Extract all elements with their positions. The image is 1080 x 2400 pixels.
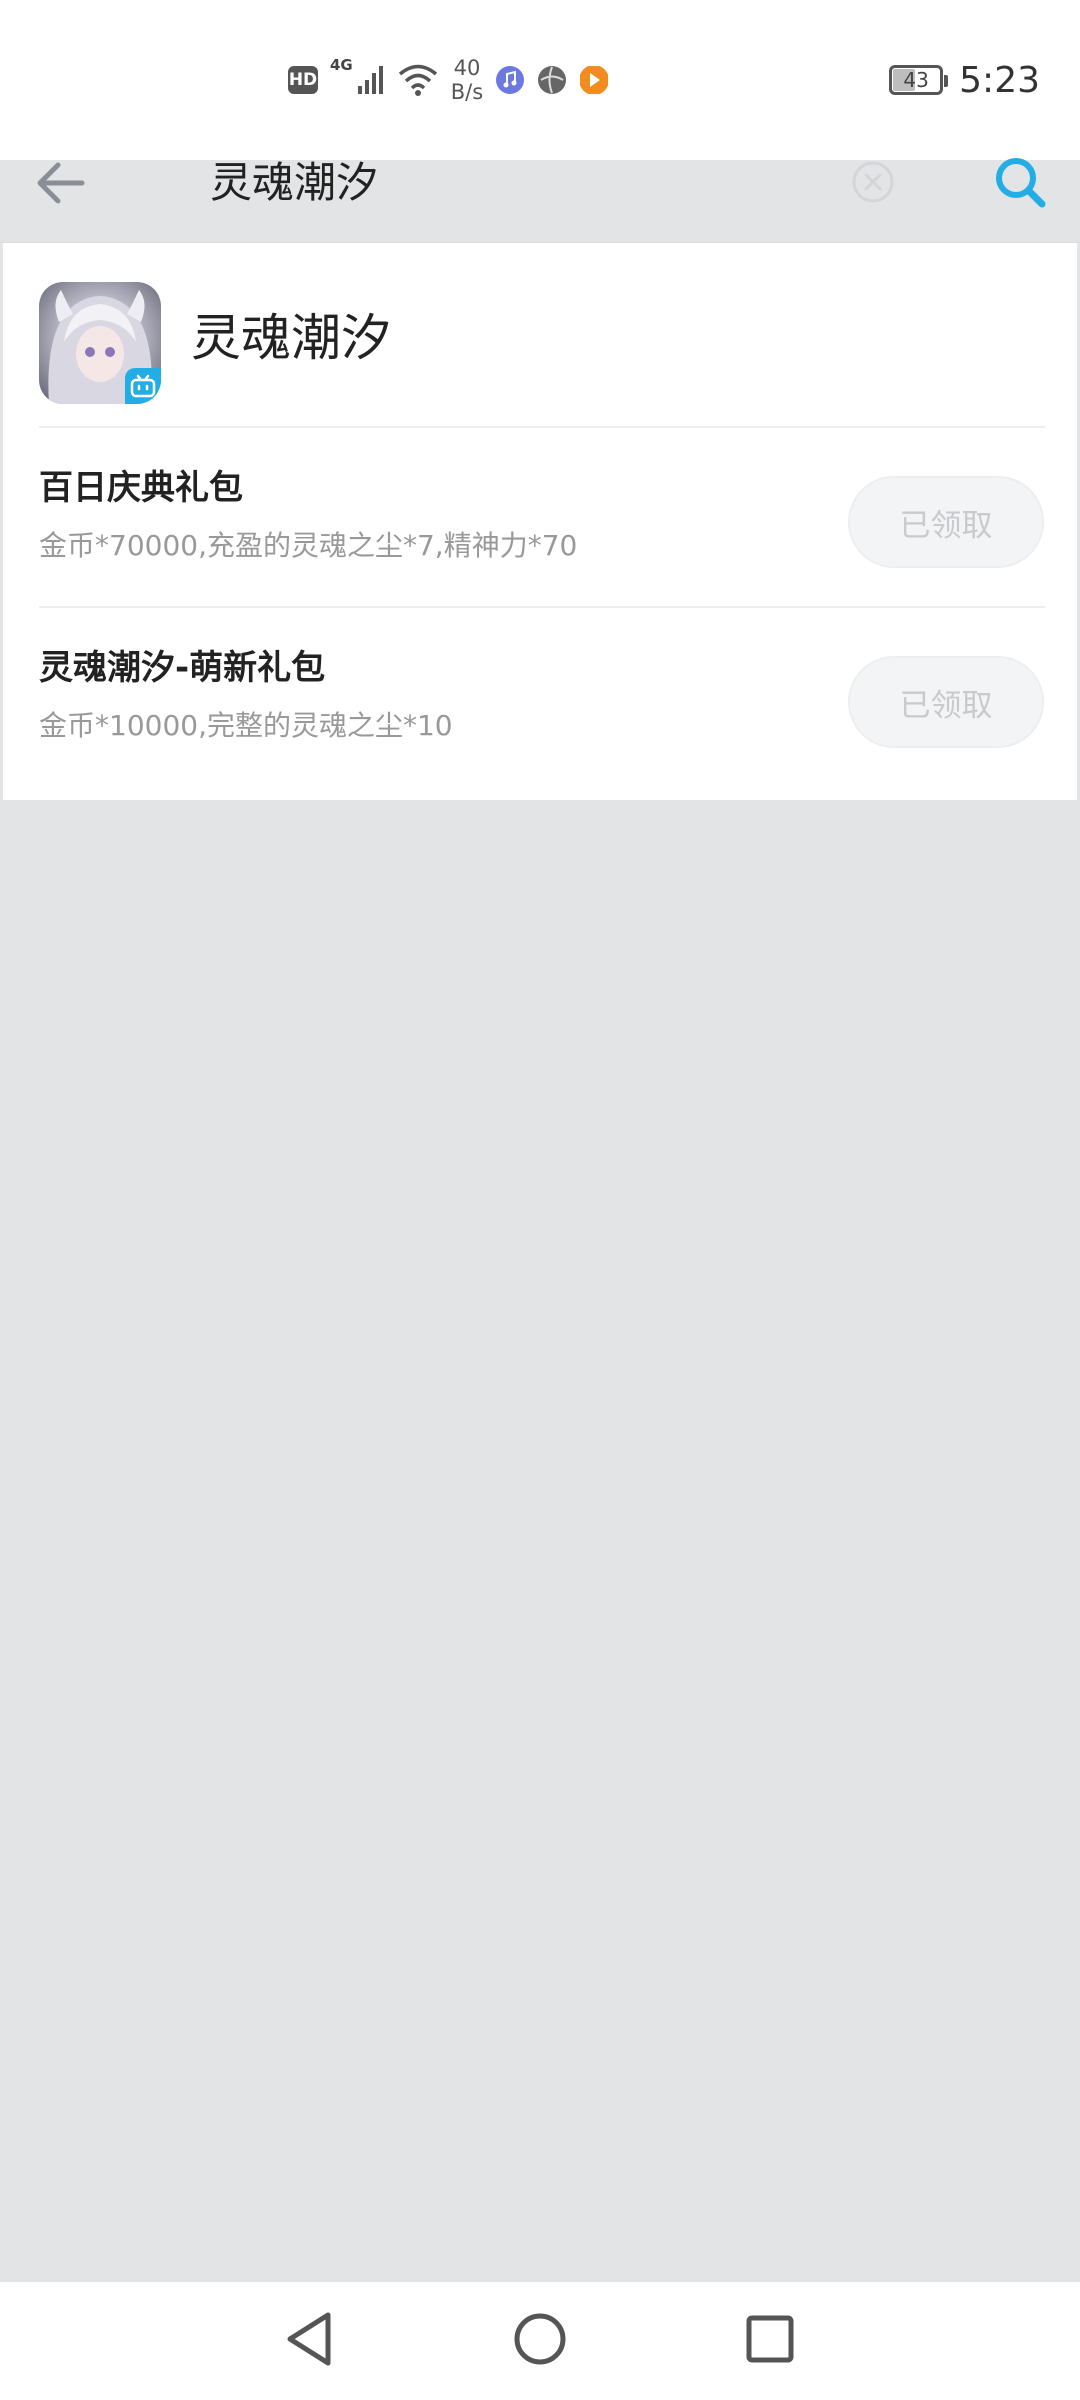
gift-item: 百日庆典礼包 金币*70000,充盈的灵魂之尘*7,精神力*70 已领取 — [3, 428, 1077, 606]
search-input[interactable]: 灵魂潮汐 — [210, 152, 378, 214]
clear-search-button[interactable] — [850, 159, 896, 205]
back-button[interactable] — [30, 150, 90, 216]
nav-back-button[interactable] — [275, 2304, 345, 2374]
gift-title: 灵魂潮汐-萌新礼包 — [39, 648, 326, 688]
gift-title: 百日庆典礼包 — [39, 468, 243, 508]
clear-circle-icon — [852, 161, 894, 203]
battery-level: 43 — [903, 68, 929, 92]
gift-results-card: 灵魂潮汐 百日庆典礼包 金币*70000,充盈的灵魂之尘*7,精神力*70 已领… — [2, 243, 1078, 800]
triangle-back-icon — [287, 2312, 331, 2366]
game-icon — [39, 282, 161, 404]
gift-description: 金币*10000,完整的灵魂之尘*10 — [39, 709, 453, 742]
claimed-button[interactable]: 已领取 — [848, 656, 1044, 748]
search-button[interactable] — [990, 152, 1050, 212]
system-nav-bar — [0, 2282, 1080, 2400]
arrow-left-icon — [37, 162, 85, 204]
gift-item: 灵魂潮汐-萌新礼包 金币*10000,完整的灵魂之尘*10 已领取 — [3, 608, 1077, 786]
search-header: 灵魂潮汐 — [0, 0, 1080, 243]
circle-home-icon — [514, 2313, 566, 2365]
claimed-button[interactable]: 已领取 — [848, 476, 1044, 568]
screen: HD 4G 40 B/s 43 5:23 灵魂潮汐 灵魂潮汐 百日庆典礼包 金币… — [0, 0, 1080, 2400]
bilibili-badge-icon — [125, 368, 161, 404]
game-title: 灵魂潮汐 — [191, 309, 391, 367]
game-header[interactable]: 灵魂潮汐 — [3, 243, 1077, 427]
search-icon — [996, 158, 1046, 208]
gift-description: 金币*70000,充盈的灵魂之尘*7,精神力*70 — [39, 529, 578, 562]
square-recents-icon — [746, 2315, 794, 2363]
nav-home-button[interactable] — [505, 2304, 575, 2374]
nav-recents-button[interactable] — [735, 2304, 805, 2374]
